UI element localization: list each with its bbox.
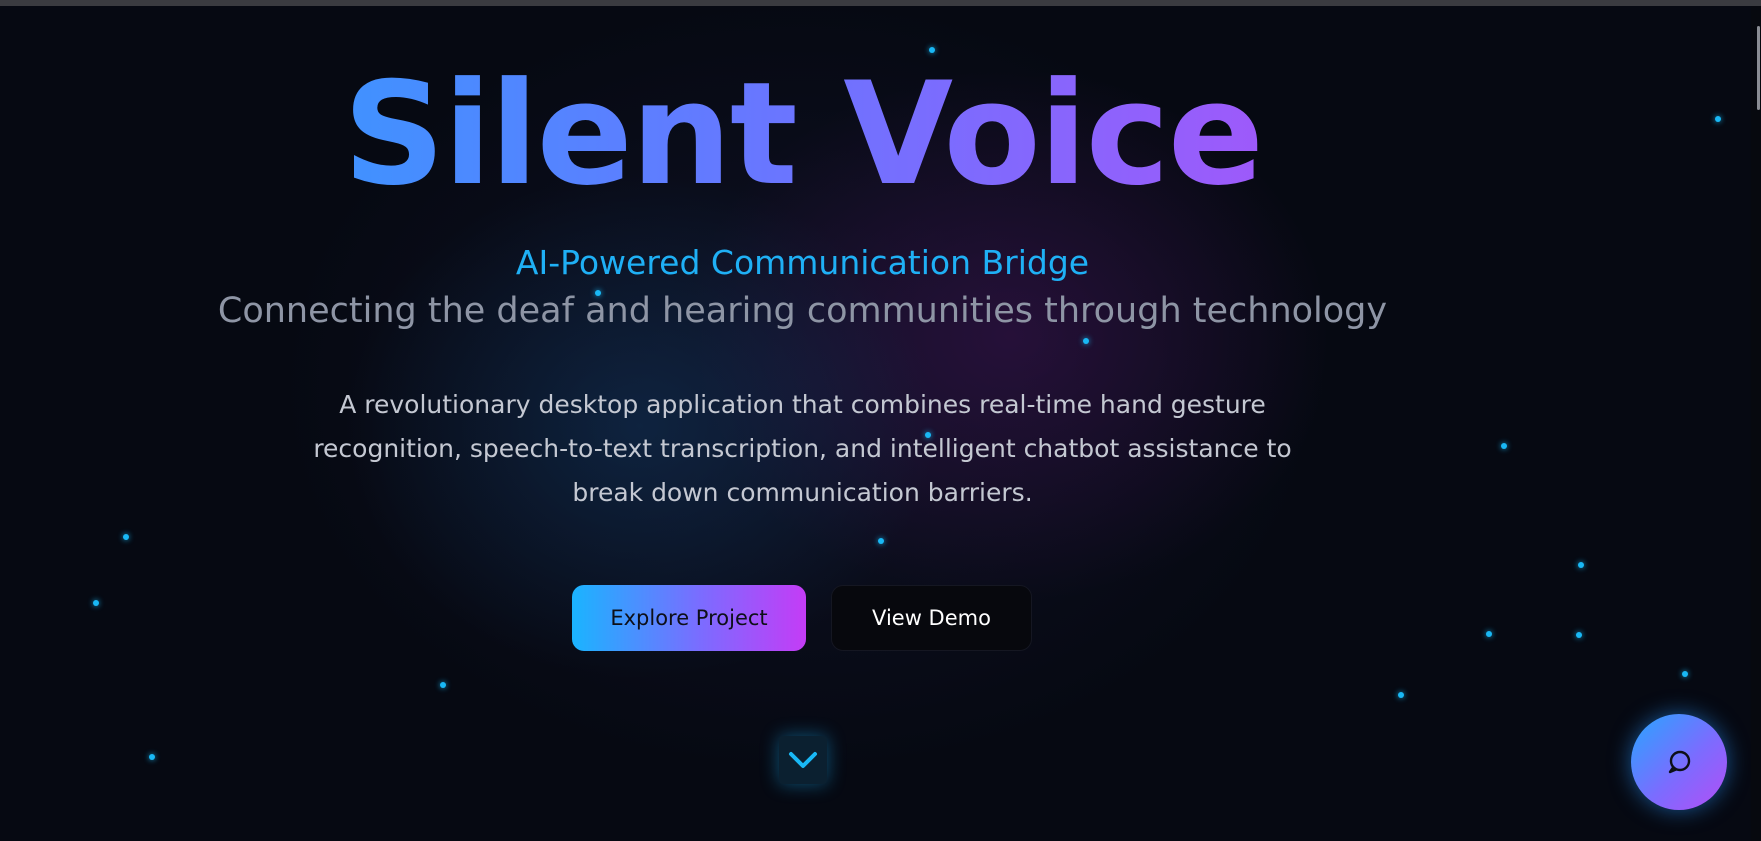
particle: [1682, 671, 1688, 677]
hero-description: A revolutionary desktop application that…: [313, 390, 1292, 507]
particle: [149, 754, 155, 760]
chat-button[interactable]: [1631, 714, 1727, 810]
particle: [93, 600, 99, 606]
particle: [1578, 562, 1584, 568]
page-scrollbar[interactable]: [1751, 6, 1761, 841]
particle: [878, 538, 884, 544]
view-demo-button[interactable]: View Demo: [831, 585, 1032, 651]
particle: [1486, 631, 1492, 637]
scroll-down-button[interactable]: [779, 736, 827, 784]
hero-tagline: AI-Powered Communication Bridge: [515, 243, 1090, 282]
scrollbar-thumb[interactable]: [1757, 26, 1760, 110]
hero-subtitle: Connecting the deaf and hearing communit…: [217, 291, 1388, 331]
particle: [123, 534, 129, 540]
particle: [1083, 338, 1089, 344]
particle: [440, 682, 446, 688]
chevron-down-icon: [789, 752, 817, 768]
chat-bubble-icon: [1668, 750, 1691, 774]
explore-project-button[interactable]: Explore Project: [572, 585, 806, 651]
particle: [1576, 632, 1582, 638]
particle: [1398, 692, 1404, 698]
particle: [1715, 116, 1721, 122]
hero-title: Silent Voice: [0, 55, 1605, 215]
particle: [1501, 443, 1507, 449]
